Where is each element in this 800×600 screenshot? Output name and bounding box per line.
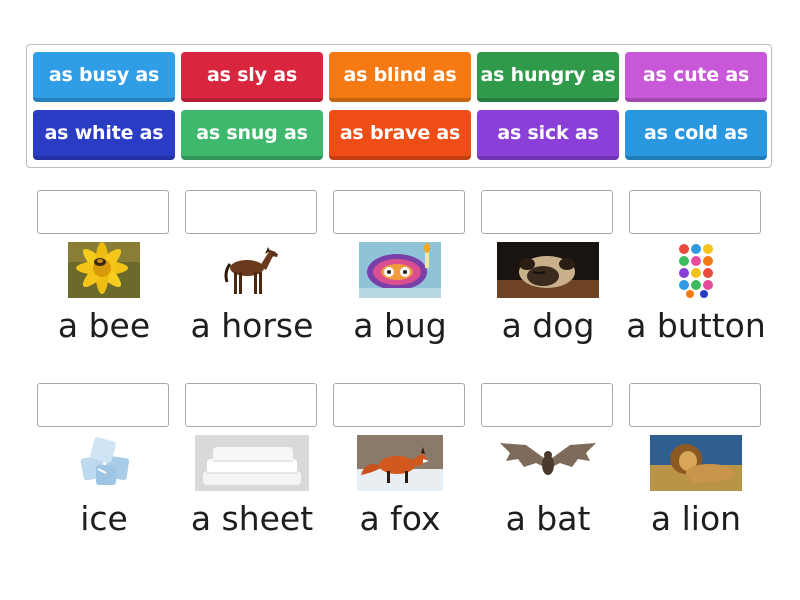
lion-in-grass-image [650, 435, 742, 491]
drop-slot-horse[interactable] [185, 190, 317, 234]
drop-slot-lion[interactable] [629, 383, 761, 427]
ice-cubes-image [76, 435, 136, 491]
item-label-bee: a bee [57, 306, 151, 345]
item-label-horse: a horse [190, 306, 314, 345]
bug-in-rug-illustration-image [359, 242, 441, 298]
drop-slot-bug[interactable] [333, 190, 465, 234]
brown-horse-image [220, 242, 282, 298]
bee-on-yellow-flower-image [68, 242, 140, 298]
drop-slot-fox[interactable] [333, 383, 465, 427]
item-label-ice: ice [80, 499, 128, 538]
word-bank: as busy as as sly as as blind as as hung… [26, 44, 772, 168]
item-label-bat: a bat [505, 499, 591, 538]
tile-as-sick-as[interactable]: as sick as [477, 110, 619, 160]
drop-slot-button[interactable] [629, 190, 761, 234]
tile-as-cute-as[interactable]: as cute as [625, 52, 767, 102]
drop-slot-ice[interactable] [37, 383, 169, 427]
tile-as-brave-as[interactable]: as brave as [329, 110, 471, 160]
red-fox-in-snow-image [357, 435, 443, 491]
tile-as-white-as[interactable]: as white as [33, 110, 175, 160]
item-label-fox: a fox [359, 499, 441, 538]
tile-as-busy-as[interactable]: as busy as [33, 52, 175, 102]
item-label-sheet: a sheet [190, 499, 314, 538]
item-label-dog: a dog [501, 306, 595, 345]
flying-bat-image [496, 435, 600, 491]
colorful-buttons-image [676, 242, 716, 298]
drop-slot-sheet[interactable] [185, 383, 317, 427]
drop-slot-bat[interactable] [481, 383, 613, 427]
tile-as-snug-as[interactable]: as snug as [181, 110, 323, 160]
tile-as-sly-as[interactable]: as sly as [181, 52, 323, 102]
folded-white-sheets-image [195, 435, 309, 491]
drop-slot-dog[interactable] [481, 190, 613, 234]
item-label-lion: a lion [650, 499, 742, 538]
sleeping-pug-image [497, 242, 599, 298]
drop-slot-bee[interactable] [37, 190, 169, 234]
item-label-button: a button [626, 306, 766, 345]
tile-as-blind-as[interactable]: as blind as [329, 52, 471, 102]
tile-as-cold-as[interactable]: as cold as [625, 110, 767, 160]
item-label-bug: a bug [353, 306, 447, 345]
tile-as-hungry-as[interactable]: as hungry as [477, 52, 619, 102]
